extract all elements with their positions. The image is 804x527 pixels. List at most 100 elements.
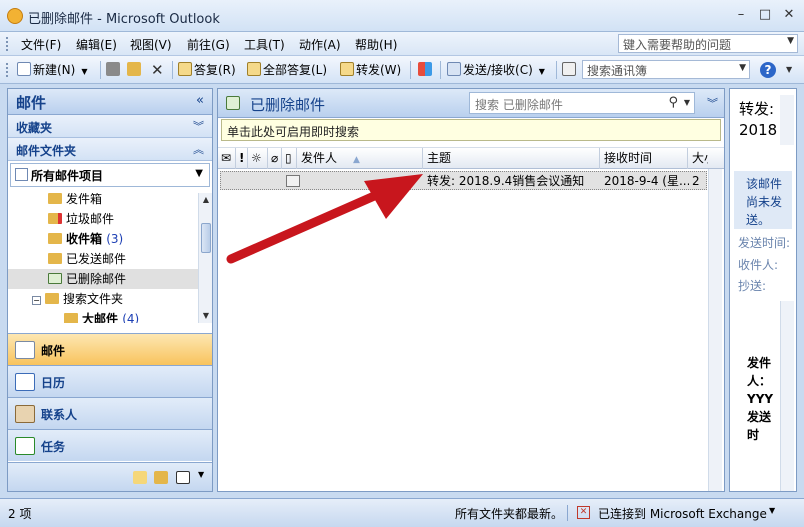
nav-button-calendar[interactable]: 日历 — [8, 365, 212, 397]
new-button[interactable]: 新建(N) ▼ — [17, 61, 88, 79]
toolbar-grip[interactable] — [6, 63, 9, 77]
sent-folder-icon — [48, 253, 62, 264]
scroll-thumb[interactable] — [201, 223, 211, 253]
favorites-label: 收藏夹 — [16, 121, 53, 135]
reply-all-button[interactable]: 全部答复(L) — [247, 61, 327, 79]
forward-button-label: 转发(W) — [356, 63, 402, 77]
menu-tools[interactable]: 工具(T) — [244, 36, 285, 53]
message-list-scrollbar[interactable] — [708, 169, 722, 491]
collapse-pane-icon[interactable]: « — [196, 93, 204, 108]
folder-outbox[interactable]: 发件箱 — [8, 193, 202, 209]
exchange-connection-status[interactable]: 已连接到 Microsoft Exchange — [598, 505, 767, 522]
categorize-button[interactable] — [418, 61, 434, 79]
instant-search-bar[interactable]: 单击此处可启用即时搜索 — [221, 119, 721, 141]
folder-inbox[interactable]: 收件箱 (3) — [8, 229, 202, 249]
not-sent-notice: 该邮件尚未发送。 — [734, 171, 792, 229]
folder-sent[interactable]: 已发送邮件 — [8, 249, 202, 269]
column-received[interactable]: 接收时间 — [600, 148, 688, 169]
all-mail-items-dropdown[interactable]: 所有邮件项目 ▼ — [10, 163, 210, 187]
menu-edit[interactable]: 编辑(E) — [76, 36, 117, 53]
folder-list-icon[interactable] — [154, 471, 168, 484]
help-icon[interactable]: ? — [760, 62, 776, 78]
recycle-bin-icon — [48, 273, 62, 284]
folder-tree-scrollbar[interactable]: ▲ ▼ — [198, 193, 212, 323]
favorites-section[interactable]: 收藏夹 ︾ — [8, 115, 212, 138]
expand-query-icon[interactable]: ︾ — [707, 95, 718, 111]
message-body: 发件人：YYY发送时 — [747, 356, 774, 442]
shortcuts-icon[interactable] — [176, 471, 190, 484]
folder-label: 已删除邮件 — [66, 272, 127, 286]
column-subject-label: 主题 — [427, 151, 452, 165]
menu-actions[interactable]: 动作(A) — [299, 36, 341, 53]
folder-junk[interactable]: 垃圾邮件 — [8, 209, 202, 229]
nav-button-tasks[interactable]: 任务 — [8, 429, 212, 461]
chevron-down-icon[interactable]: ▼ — [195, 168, 203, 179]
collapse-tree-icon[interactable]: − — [32, 296, 41, 305]
outbox-icon — [48, 193, 62, 204]
window-title: 已删除邮件 - Microsoft Outlook — [28, 12, 220, 27]
menu-go[interactable]: 前往(G) — [187, 36, 230, 53]
folder-deleted[interactable]: 已删除邮件 — [8, 269, 202, 289]
chevron-down-icon[interactable]: ▼ — [787, 36, 794, 46]
help-question-input[interactable]: 键入需要帮助的问题 ▼ — [618, 34, 798, 53]
nav-button-label: 日历 — [41, 376, 66, 390]
reply-button[interactable]: 答复(R) — [178, 61, 236, 79]
outlook-app-icon[interactable] — [7, 8, 23, 24]
move-folder-icon — [127, 62, 141, 76]
print-button[interactable] — [106, 61, 122, 79]
menu-view[interactable]: 视图(V) — [130, 36, 172, 53]
tasks-icon — [15, 437, 35, 455]
close-button[interactable]: ✕ — [778, 6, 800, 24]
maximize-button[interactable]: □ — [754, 6, 776, 24]
sort-ascending-icon: ▲ — [353, 155, 360, 165]
menubar-grip[interactable] — [6, 37, 9, 51]
status-separator — [567, 505, 568, 521]
folder-large-mail[interactable]: 大邮件 (4) — [8, 309, 202, 323]
delete-button[interactable]: ✕ — [151, 61, 164, 79]
attachment-column-icon[interactable]: ⌀ — [268, 148, 282, 169]
reminder-column-icon[interactable]: ☼ — [248, 148, 268, 169]
search-contacts-input[interactable]: 搜索通讯簿 ▼ — [582, 60, 750, 79]
chevron-down-icon[interactable]: ▼ — [739, 63, 746, 73]
notes-icon[interactable] — [133, 471, 147, 484]
mail-folders-section[interactable]: 邮件文件夹 ︽ — [8, 138, 212, 161]
configure-buttons-icon[interactable]: ▼ — [198, 470, 204, 479]
column-sender[interactable]: 发件人 ▲ — [297, 148, 423, 169]
chevron-down-icon[interactable]: ▼ — [81, 67, 87, 76]
menu-help[interactable]: 帮助(H) — [355, 36, 397, 53]
move-to-folder-button[interactable] — [127, 61, 143, 79]
annotation-arrow — [226, 174, 423, 264]
cc-label: 抄送: — [738, 279, 767, 293]
search-input[interactable]: 搜索 已删除邮件 ⚲ ▼ — [469, 92, 695, 114]
scroll-up-icon[interactable]: ▲ — [199, 193, 213, 207]
subject-scrollbar[interactable] — [780, 95, 794, 145]
nav-button-mail[interactable]: 邮件 — [8, 333, 212, 365]
chevron-down-icon[interactable]: ▼ — [684, 98, 690, 107]
scroll-down-icon[interactable]: ▼ — [199, 309, 213, 323]
priority-column-icon[interactable]: ! — [236, 148, 248, 169]
search-icon[interactable]: ⚲ — [668, 95, 678, 110]
reading-pane-scrollbar[interactable] — [780, 301, 794, 491]
column-size[interactable]: 大小 — [688, 148, 708, 169]
chevron-down-icon[interactable]: ︾ — [193, 118, 204, 134]
column-subject[interactable]: 主题 — [423, 148, 600, 169]
menu-file[interactable]: 文件(F) — [21, 36, 61, 53]
navigation-pane: 邮件 « 收藏夹 ︾ 邮件文件夹 ︽ 所有邮件项目 ▼ 发件箱 垃圾邮件 收件箱… — [7, 88, 213, 492]
reading-pane: 转发: 2018 该邮件尚未发送。 发送时间: 收件人: 抄送: 发件人：YYY… — [729, 88, 797, 492]
send-receive-button[interactable]: 发送/接收(C) ▼ — [447, 61, 545, 79]
address-book-button[interactable] — [562, 61, 578, 79]
toolbar-options-icon[interactable]: ▼ — [786, 61, 792, 79]
chevron-down-icon[interactable]: ▼ — [539, 67, 545, 76]
flag-column-icon[interactable]: ▯ — [282, 148, 297, 169]
address-book-icon — [562, 62, 576, 76]
folders-status: 所有文件夹都最新。 — [455, 507, 564, 521]
chevron-down-icon[interactable]: ▼ — [769, 506, 775, 515]
importance-column-icon[interactable]: ✉ — [218, 148, 236, 169]
minimize-button[interactable]: – — [730, 6, 752, 24]
forward-button[interactable]: 转发(W) — [340, 61, 401, 79]
row-subject: 转发: 2018.9.4销售会议通知 — [427, 174, 585, 188]
folder-search-folders[interactable]: − 搜索文件夹 — [8, 289, 202, 309]
chevron-up-icon[interactable]: ︽ — [193, 141, 204, 157]
nav-button-contacts[interactable]: 联系人 — [8, 397, 212, 429]
forward-icon — [340, 62, 354, 76]
